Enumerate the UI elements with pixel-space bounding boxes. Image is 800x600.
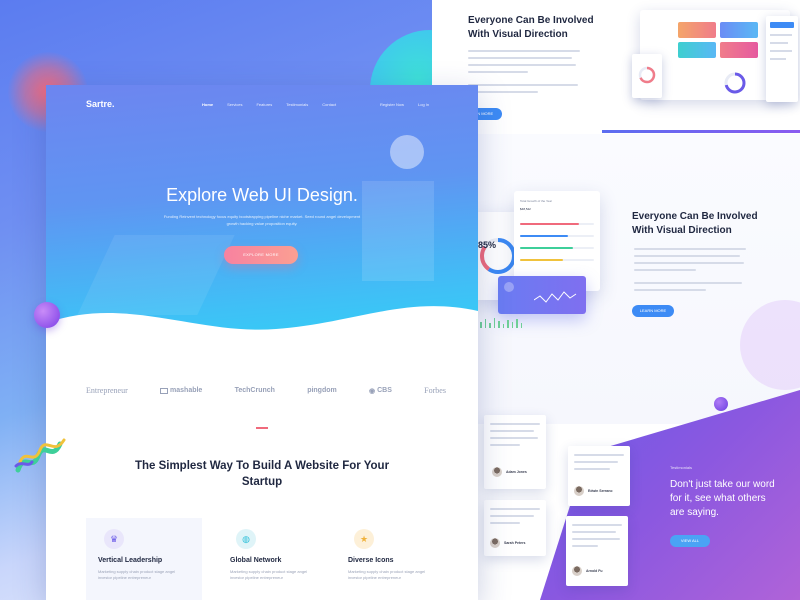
dashboard-tile-teal (678, 42, 716, 58)
decorative-swirl-icon (14, 438, 66, 473)
sparkline (534, 291, 577, 303)
dashboard-tile-blue (720, 22, 758, 38)
stat-bar-row (520, 233, 594, 237)
avatar (574, 486, 584, 496)
stat-bar-row (520, 257, 594, 261)
middle-paragraph-2 (634, 282, 746, 296)
testimonial-name: Arnold Fu (586, 569, 603, 573)
feature-description: Marketing supply chain product stage ang… (98, 569, 176, 580)
brand-logos: Entrepreneur mashable TechCrunch pingdom… (86, 386, 446, 395)
donut-percentage: 85% (478, 240, 497, 250)
stats-card-header: Total Growth of the Year (520, 199, 553, 203)
section-title: The Simplest Way To Build A Website For … (134, 460, 390, 488)
feature-title: Diverse Icons (348, 557, 394, 564)
hero-decoration-circle (390, 135, 424, 169)
middle-learn-more-button[interactable]: LEARN MORE (632, 305, 674, 317)
testimonial-name: Adam Jones (506, 470, 527, 474)
nav-item-features[interactable]: Features (256, 102, 272, 107)
decorative-sphere (34, 302, 60, 328)
dashboard-mobile-mockup (632, 54, 662, 98)
testimonial-card: Sarah Peters (484, 500, 546, 556)
brand-logo[interactable]: Sartre. (86, 99, 115, 109)
star-icon: ★ (354, 529, 374, 549)
upper-paragraph-2 (468, 84, 580, 98)
stat-bar-row (520, 221, 594, 225)
stats-card-total: $48,542 (520, 207, 531, 211)
mashable-icon (160, 387, 169, 394)
testimonial-card: Edwin Serrano (568, 446, 630, 506)
dashboard-tile-orange (678, 22, 716, 38)
mobile-donut-icon (638, 66, 656, 84)
middle-section-title: Everyone Can Be Involved With Visual Dir… (632, 211, 758, 236)
upper-paragraph (468, 50, 580, 78)
feature-description: Marketing supply chain product stage ang… (230, 569, 308, 580)
dashboard-gauge-icon (724, 72, 746, 94)
explore-more-button[interactable]: EXPLORE MORE (224, 246, 298, 264)
stat-bar-row (520, 245, 594, 249)
login-link[interactable]: Log In (418, 102, 429, 107)
chart-icon (504, 282, 514, 292)
mini-bar-chart (480, 318, 522, 328)
testimonial-name: Edwin Serrano (588, 489, 613, 493)
nav-menu: Home Services Features Testimonials Cont… (202, 102, 336, 107)
brand-forbes: Forbes (424, 386, 446, 395)
upper-section-title: Everyone Can Be Involved With Visual Dir… (468, 15, 594, 40)
landing-page-mockup: Sartre. Home Services Features Testimoni… (46, 85, 478, 600)
brand-mashable: mashable (160, 387, 202, 394)
brand-entrepreneur: Entrepreneur (86, 386, 128, 395)
brand-cbs: ◉ CBS (369, 387, 392, 395)
register-link[interactable]: Register Now (380, 102, 404, 107)
nav-item-contact[interactable]: Contact (322, 102, 336, 107)
view-all-button[interactable]: VIEW ALL (670, 535, 710, 547)
testimonials-eyebrow: Testimonials (670, 465, 693, 470)
feature-title: Vertical Leadership (98, 557, 163, 564)
feature-item: ★ Diverse Icons Marketing supply chain p… (340, 529, 450, 581)
feature-item: ♛ Vertical Leadership Marketing supply c… (90, 529, 200, 581)
feature-item: ◍ Global Network Marketing supply chain … (222, 529, 332, 581)
feature-title: Global Network (230, 557, 282, 564)
testimonial-name: Sarah Peters (504, 541, 526, 545)
avatar (492, 467, 502, 477)
section-accent (256, 427, 268, 429)
nav-actions: Register Now Log In (380, 102, 429, 107)
nav-item-services[interactable]: Services (227, 102, 242, 107)
middle-paragraph (634, 248, 746, 276)
testimonial-card: Adam Jones (484, 415, 546, 489)
avatar (572, 566, 582, 576)
avatar (490, 538, 500, 548)
dashboard-tile-pink (720, 42, 758, 58)
hero-title: Explore Web UI Design. (166, 185, 358, 205)
testimonial-card: Arnold Fu (566, 516, 628, 586)
nav-item-testimonials[interactable]: Testimonials (286, 102, 308, 107)
dashboard-side-panel (766, 16, 798, 102)
hero-wave (46, 306, 478, 355)
feature-description: Marketing supply chain product stage ang… (348, 569, 426, 580)
feature-panel-upper: Everyone Can Be Involved With Visual Dir… (432, 0, 800, 134)
decorative-ball (714, 397, 728, 411)
globe-icon: ◍ (236, 529, 256, 549)
nav-item-home[interactable]: Home (202, 102, 213, 107)
trophy-icon: ♛ (104, 529, 124, 549)
top-navigation: Sartre. Home Services Features Testimoni… (46, 85, 478, 125)
hero-subtitle: Funding Reinvent technology focus equity… (163, 214, 361, 226)
testimonials-quote: Don't just take our word for it, see wha… (670, 479, 775, 518)
brand-techcrunch: TechCrunch (234, 387, 275, 394)
brand-pingdom: pingdom (307, 387, 337, 394)
line-chart-card (498, 276, 586, 314)
section-divider-bar (602, 130, 800, 133)
hero-section: Sartre. Home Services Features Testimoni… (46, 85, 478, 355)
